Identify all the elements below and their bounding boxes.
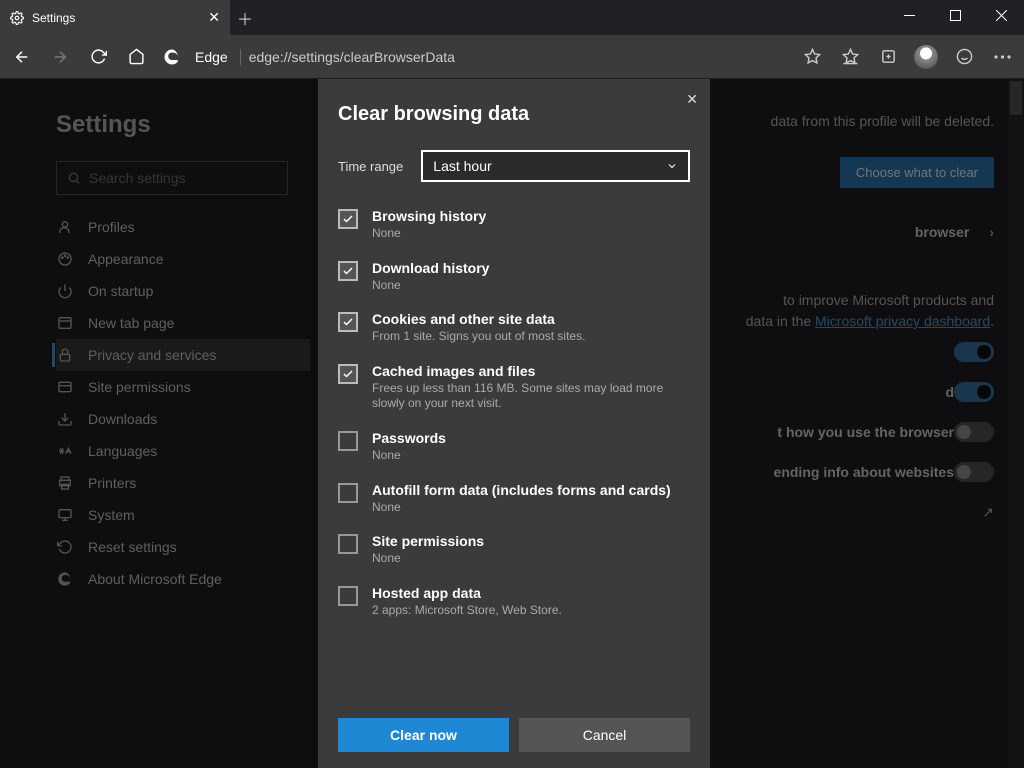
check-item-desc: 2 apps: Microsoft Store, Web Store. [372,603,562,619]
check-item-title: Cached images and files [372,363,690,379]
check-item-title: Cookies and other site data [372,311,585,327]
title-bar: Settings ✕ ＋ [0,0,1024,35]
clear-item-browsing-history: Browsing history None [338,202,690,254]
window-maximize-button[interactable] [932,0,978,30]
check-item-title: Passwords [372,430,446,446]
new-tab-button[interactable]: ＋ [230,0,260,35]
check-item-title: Autofill form data (includes forms and c… [372,482,671,498]
check-item-desc: None [372,500,671,516]
identity-label: Edge [189,49,241,65]
clear-item-passwords: Passwords None [338,424,690,476]
time-range-label: Time range [338,159,403,174]
clear-item-hosted-app-data: Hosted app data 2 apps: Microsoft Store, … [338,579,690,631]
window-close-button[interactable] [978,0,1024,30]
checkbox[interactable] [338,209,358,229]
gear-icon [10,11,24,25]
checkbox[interactable] [338,483,358,503]
content-area: Settings ProfilesAppearanceOn startupNew… [0,79,1024,768]
clear-item-download-history: Download history None [338,254,690,306]
address-bar[interactable]: Edge edge://settings/clearBrowserData [156,41,792,73]
clear-browsing-data-dialog: ✕ Clear browsing data Time range Last ho… [318,79,710,768]
check-item-title: Download history [372,260,489,276]
tab-title: Settings [32,11,200,25]
window-controls [886,0,1024,30]
checkbox[interactable] [338,586,358,606]
back-button[interactable] [4,39,40,75]
clear-item-cached-images-and-files: Cached images and files Frees up less tha… [338,357,690,424]
dialog-close-button[interactable]: ✕ [686,91,698,108]
check-item-desc: None [372,448,446,464]
check-item-title: Browsing history [372,208,486,224]
forward-button[interactable] [42,39,78,75]
check-item-desc: None [372,278,489,294]
check-item-desc: Frees up less than 116 MB. Some sites ma… [372,381,690,412]
checkbox[interactable] [338,431,358,451]
cancel-button[interactable]: Cancel [519,718,690,752]
feedback-button[interactable] [946,39,982,75]
checkbox[interactable] [338,364,358,384]
check-item-desc: None [372,551,484,567]
refresh-button[interactable] [80,39,116,75]
clear-item-cookies-and-other-site-data: Cookies and other site data From 1 site. … [338,305,690,357]
tab-close-icon[interactable]: ✕ [208,9,220,26]
chevron-down-icon [666,160,678,172]
url-text: edge://settings/clearBrowserData [249,49,455,65]
modal-overlay[interactable]: ✕ Clear browsing data Time range Last ho… [0,79,1024,768]
collections-button[interactable] [870,39,906,75]
time-range-value: Last hour [433,158,491,174]
check-item-desc: None [372,226,486,242]
clear-item-autofill-form-data-includes-forms-and-cards-: Autofill form data (includes forms and c… [338,476,690,528]
checkbox[interactable] [338,312,358,332]
time-range-select[interactable]: Last hour [421,150,690,182]
browser-tab[interactable]: Settings ✕ [0,0,230,35]
check-item-title: Hosted app data [372,585,562,601]
edge-icon [163,48,181,66]
clear-now-button[interactable]: Clear now [338,718,509,752]
checkbox[interactable] [338,534,358,554]
clear-item-site-permissions: Site permissions None [338,527,690,579]
favorite-button[interactable] [794,39,830,75]
favorites-list-button[interactable] [832,39,868,75]
check-item-title: Site permissions [372,533,484,549]
home-button[interactable] [118,39,154,75]
checkbox[interactable] [338,261,358,281]
browser-toolbar: Edge edge://settings/clearBrowserData [0,35,1024,79]
dialog-title: Clear browsing data [338,103,690,126]
check-item-desc: From 1 site. Signs you out of most sites… [372,329,585,345]
more-button[interactable] [984,39,1020,75]
window-minimize-button[interactable] [886,0,932,30]
profile-avatar[interactable] [914,45,938,69]
